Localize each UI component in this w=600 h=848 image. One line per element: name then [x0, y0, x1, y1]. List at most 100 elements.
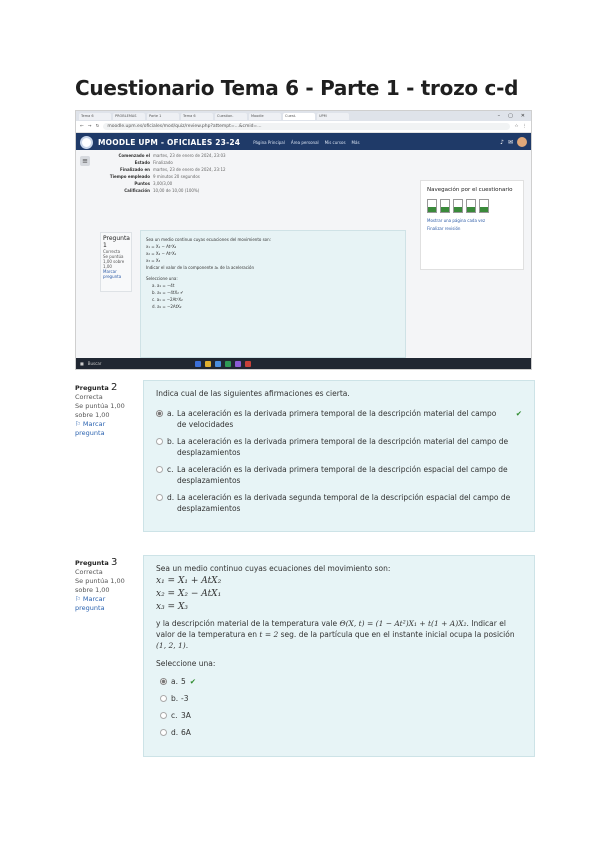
position-value: (1, 2, 1) [156, 641, 186, 650]
answer-option[interactable]: c. 3A [156, 710, 522, 721]
moodle-brand[interactable]: MOODLE UPM - OFICIALES 23-24 [98, 138, 240, 147]
summary-key: Comenzado el [118, 153, 150, 158]
q1-line: x₁ = X₁ − At²X₂ [146, 244, 177, 249]
bell-icon[interactable]: ♪ [500, 139, 504, 146]
quiz-nav-cell[interactable] [453, 199, 463, 213]
question-marks: Se puntúa 1,00 sobre 1,00 [103, 254, 125, 269]
flag-question-link[interactable]: ⚐ Marcar pregunta [75, 595, 135, 613]
browser-tab[interactable]: Tema 6 [181, 112, 213, 120]
chat-icon[interactable]: ✉ [508, 139, 513, 146]
correct-check-icon: ✔ [515, 409, 522, 418]
radio-icon[interactable] [160, 712, 167, 719]
window-controls: – ▢ ✕ [498, 113, 531, 119]
browser-tab[interactable]: Parte 1 [147, 112, 179, 120]
question-number: Pregunta 1 [103, 235, 130, 249]
chrome-icon[interactable] [225, 360, 232, 367]
forward-icon[interactable]: → [88, 124, 92, 129]
radio-icon[interactable] [160, 729, 167, 736]
avatar[interactable] [517, 137, 527, 147]
taskbar-search[interactable]: Buscar [88, 361, 102, 366]
option-text: -3 [181, 694, 189, 703]
nav-link[interactable]: Más [352, 140, 360, 145]
flag-question-link[interactable]: ⚐ Marcar pregunta [75, 420, 135, 438]
back-icon[interactable]: ← [80, 124, 84, 129]
question-marks: Se puntúa 1,00 sobre 1,00 [75, 402, 125, 419]
flag-icon: ⚐ [75, 595, 83, 603]
browser-tab[interactable]: Tema 6 [79, 112, 111, 120]
question-prompt: Sea un medio continuo cuyas ecuaciones d… [156, 564, 391, 573]
quiz-nav-cell[interactable] [479, 199, 489, 213]
answer-option[interactable]: a. La aceleración es la derivada primera… [156, 408, 522, 430]
mail-icon[interactable] [215, 360, 222, 367]
equation: x₂ = X₂ − AtX₁ [156, 589, 222, 599]
answer-option[interactable]: a. 5 ✔ [156, 676, 522, 687]
question-marks: Se puntúa 1,00 sobre 1,00 [75, 577, 125, 594]
maximize-icon[interactable]: ▢ [508, 113, 513, 119]
menu-dots-icon[interactable]: ⋮ [523, 124, 528, 129]
question-2-info: Pregunta 2 Correcta Se puntúa 1,00 sobre… [75, 383, 135, 438]
q1-option[interactable]: a. a₁ = −4t [146, 282, 400, 289]
radio-icon[interactable] [156, 438, 163, 445]
folder-icon[interactable] [205, 360, 212, 367]
answer-option[interactable]: b. -3 [156, 693, 522, 704]
browser-tab[interactable]: Cuestion. [215, 112, 247, 120]
option-text: La aceleración es la derivada primera te… [177, 437, 509, 457]
url-field[interactable]: moodle.upm.es/oficiales/mod/quiz/review.… [103, 123, 511, 130]
show-one-page-link[interactable]: Mostrar una página cada vez [427, 218, 517, 223]
q1-option[interactable]: b. a₁ = −4tX₂ ✔ [146, 289, 400, 296]
drawer-toggle-icon[interactable]: ≡ [80, 156, 90, 166]
nav-link[interactable]: Página Principal [253, 140, 285, 145]
q1-option[interactable]: d. a₁ = −2AtX₂ [146, 303, 400, 310]
option-letter: c. [171, 711, 178, 720]
minimize-icon[interactable]: – [498, 113, 501, 119]
q1-line: x₂ = X₂ − At²X₁ [146, 251, 177, 256]
moodle-body: ≡ Comenzado el martes, 23 de enero de 202… [76, 150, 531, 369]
nav-link[interactable]: Área personal [291, 140, 319, 145]
moodle-logo[interactable] [80, 135, 93, 149]
option-letter: c. [167, 465, 174, 474]
star-icon[interactable]: ☆ [514, 124, 518, 129]
flag-question-link[interactable]: Marcar pregunta [103, 269, 129, 279]
file-explorer-icon[interactable] [195, 360, 202, 367]
radio-selected-icon[interactable] [160, 678, 167, 685]
app-icon[interactable] [245, 360, 252, 367]
q1-line: x₃ = X₃ [146, 258, 161, 263]
browser-tab-active[interactable]: Cuest. [283, 112, 315, 120]
nav-link[interactable]: Mis cursos [325, 140, 346, 145]
finish-review-link[interactable]: Finalizar revisión [427, 226, 517, 231]
q1-option[interactable]: c. a₁ = −2At²X₂ [146, 296, 400, 303]
quiz-nav-title: Navegación por el cuestionario [427, 187, 513, 193]
quiz-nav-cell[interactable] [466, 199, 476, 213]
browser-tab-bar: Tema 6 PROBLEMAS Parte 1 Tema 6 Cuestion… [76, 111, 531, 121]
answer-option[interactable]: c. La aceleración es la derivada primera… [156, 464, 522, 486]
taskbar-app-icon[interactable] [185, 361, 191, 367]
question-number: Pregunta 3 [75, 557, 118, 568]
app-icon[interactable] [235, 360, 242, 367]
answer-option[interactable]: b. La aceleración es la derivada primera… [156, 436, 522, 458]
browser-tab[interactable]: Moodle [249, 112, 281, 120]
option-text: 6A [181, 728, 191, 737]
question-prompt: Indica cual de las siguientes afirmacion… [156, 389, 350, 398]
answer-option[interactable]: d. La aceleración es la derivada segunda… [156, 492, 522, 514]
address-bar: ← → ↻ moodle.upm.es/oficiales/mod/quiz/r… [76, 121, 531, 133]
radio-selected-icon[interactable] [156, 410, 163, 417]
windows-start-icon[interactable]: ■ [80, 361, 84, 366]
time-value: t = 2 [259, 630, 279, 639]
radio-icon[interactable] [160, 695, 167, 702]
attempt-summary: Comenzado el martes, 23 de enero de 2024,… [104, 153, 226, 195]
radio-icon[interactable] [156, 466, 163, 473]
radio-icon[interactable] [156, 494, 163, 501]
equation: x₁ = X₁ + AtX₂ [156, 576, 222, 586]
summary-value: 9 minutos 20 segundos [153, 174, 200, 179]
answer-option[interactable]: d. 6A [156, 727, 522, 738]
close-icon[interactable]: ✕ [521, 113, 525, 119]
browser-tab[interactable]: UPM [317, 112, 349, 120]
document-title: Cuestionario Tema 6 - Parte 1 - trozo c-… [75, 76, 519, 100]
windows-taskbar: ■ Buscar [76, 358, 531, 369]
question-3-card: Sea un medio continuo cuyas ecuaciones d… [143, 555, 535, 757]
reload-icon[interactable]: ↻ [96, 124, 100, 129]
option-letter: b. [171, 694, 179, 703]
quiz-nav-cell[interactable] [427, 199, 437, 213]
browser-tab[interactable]: PROBLEMAS [113, 112, 145, 120]
quiz-nav-cell[interactable] [440, 199, 450, 213]
